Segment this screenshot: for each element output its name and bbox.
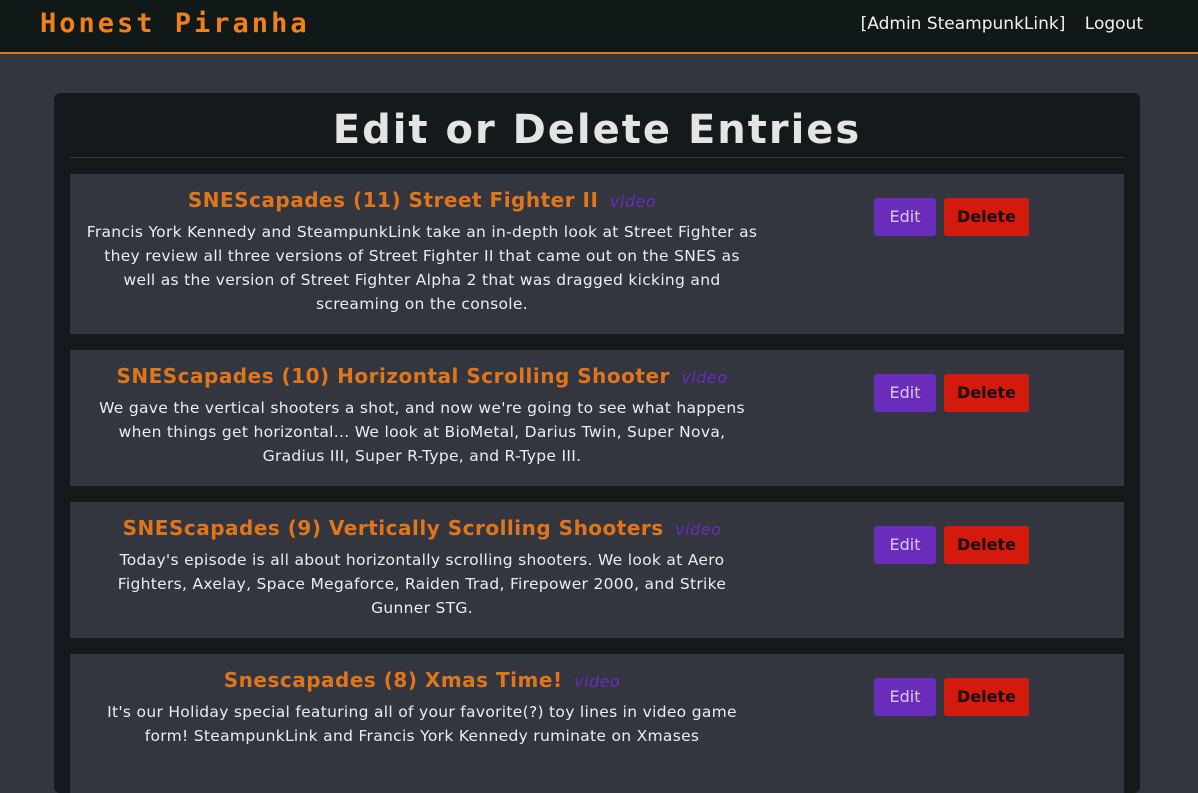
entry-description: Francis York Kennedy and SteampunkLink t… [86, 223, 758, 313]
video-link[interactable]: video [574, 672, 620, 691]
delete-button[interactable]: Delete [944, 678, 1029, 716]
edit-button[interactable]: Edit [874, 374, 936, 412]
entry-description: We gave the vertical shooters a shot, an… [99, 399, 745, 465]
admin-user-link[interactable]: [Admin SteampunkLink] [861, 14, 1066, 34]
entry-card: Snescapades (8) Xmas Time! video It's ou… [70, 654, 1124, 793]
title-divider [70, 157, 1124, 158]
delete-button[interactable]: Delete [944, 198, 1029, 236]
entry-title: SNEScapades (10) Horizontal Scrolling Sh… [86, 364, 758, 388]
entry-text: SNEScapades (10) Horizontal Scrolling Sh… [86, 364, 758, 468]
entry-title: SNEScapades (9) Vertically Scrolling Sho… [86, 516, 758, 540]
video-link[interactable]: video [681, 368, 727, 387]
entry-text: SNEScapades (11) Street Fighter II video… [86, 188, 758, 316]
edit-button[interactable]: Edit [874, 678, 936, 716]
entry-title: SNEScapades (11) Street Fighter II video [86, 188, 758, 212]
top-navbar: Honest Piranha [Admin SteampunkLink] Log… [0, 0, 1198, 54]
edit-button[interactable]: Edit [874, 198, 936, 236]
entry-card: SNEScapades (9) Vertically Scrolling Sho… [70, 502, 1124, 638]
video-link[interactable]: video [675, 520, 721, 539]
logout-link[interactable]: Logout [1085, 14, 1143, 34]
delete-button[interactable]: Delete [944, 374, 1029, 412]
entry-description: It's our Holiday special featuring all o… [107, 703, 737, 745]
page-title: Edit or Delete Entries [332, 107, 862, 153]
entry-title-text: SNEScapades (10) Horizontal Scrolling Sh… [116, 364, 670, 388]
user-nav: [Admin SteampunkLink] Logout [861, 14, 1143, 34]
entry-card: SNEScapades (11) Street Fighter II video… [70, 174, 1124, 334]
entry-card: SNEScapades (10) Horizontal Scrolling Sh… [70, 350, 1124, 486]
entry-title-text: SNEScapades (11) Street Fighter II [187, 188, 599, 212]
video-link[interactable]: video [610, 192, 656, 211]
entry-text: Snescapades (8) Xmas Time! video It's ou… [86, 668, 758, 748]
delete-button[interactable]: Delete [944, 526, 1029, 564]
edit-button[interactable]: Edit [874, 526, 936, 564]
entry-text: SNEScapades (9) Vertically Scrolling Sho… [86, 516, 758, 620]
entry-description: Today's episode is all about horizontall… [117, 551, 727, 617]
entry-title-text: Snescapades (8) Xmas Time! [223, 668, 563, 692]
site-logo[interactable]: Honest Piranha [40, 8, 310, 39]
entry-title-text: SNEScapades (9) Vertically Scrolling Sho… [122, 516, 664, 540]
entries-panel: Edit or Delete Entries SNEScapades (11) … [54, 93, 1140, 793]
entry-title: Snescapades (8) Xmas Time! video [86, 668, 758, 692]
